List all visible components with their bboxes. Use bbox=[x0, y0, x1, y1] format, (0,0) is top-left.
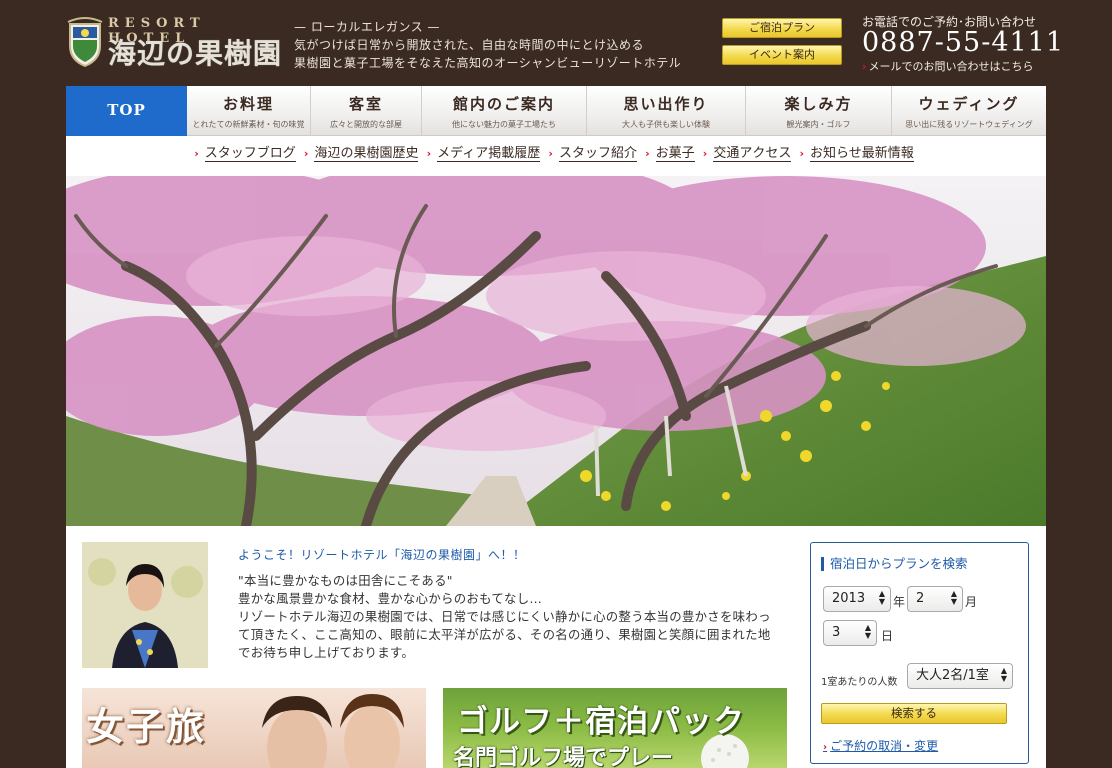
mail-inquiry-label: メールでのお問い合わせはこちら bbox=[868, 60, 1034, 73]
spinner-icon: ▲ ▼ bbox=[950, 589, 957, 606]
staff-photo bbox=[82, 542, 208, 668]
sub-nav: › スタッフブログ › 海辺の果樹園歴史 › メディア掲載履歴 › スタッフ紹介 › お菓… bbox=[66, 136, 1046, 176]
arrow-right-icon: › bbox=[303, 147, 309, 160]
phone-number[interactable]: 0887-55-4111 bbox=[862, 27, 1064, 58]
day-value: 3 bbox=[832, 625, 841, 640]
arrow-right-icon: › bbox=[799, 147, 805, 160]
day-select[interactable]: 3 ▲ ▼ bbox=[823, 620, 877, 646]
banner-title: 女子旅 bbox=[86, 704, 207, 749]
welcome-line: 豊かな風景豊かな食材、豊かな心からのおもてなし… bbox=[238, 591, 543, 606]
welcome-line: て頂きたく、ここ高知の、眼前に太平洋が広がる、その名の通り、果樹園と笑顔に囲まれ… bbox=[238, 627, 771, 642]
arrow-right-icon: › bbox=[702, 147, 708, 160]
subnav-sweets[interactable]: お菓子 bbox=[655, 146, 695, 162]
arrow-right-icon: › bbox=[823, 742, 828, 753]
year-value: 2013 bbox=[832, 591, 866, 606]
subnav-staff[interactable]: スタッフ紹介 bbox=[558, 146, 637, 162]
nav-item-title: お料理 bbox=[222, 95, 274, 113]
welcome-line: リゾートホテル海辺の果樹園では、日常では感じにくい静かに心の整う本当の豊かさを味… bbox=[238, 609, 771, 624]
tagline-line: 気がつけば日常から開放された、自由な時間の中にとけ込める bbox=[294, 38, 645, 52]
nav-item-subtitle: 思い出に残るリゾートウェディング bbox=[905, 120, 1033, 129]
nav-top[interactable]: TOP bbox=[66, 86, 187, 136]
nav-item-memories[interactable]: 思い出作り 大人も子供も楽しい体験 bbox=[587, 86, 746, 136]
subnav-staff-blog[interactable]: スタッフブログ bbox=[204, 146, 296, 162]
nav-item-subtitle: とれたての新鮮素材・旬の味覚 bbox=[192, 120, 305, 129]
nav-item-title: 楽しみ方 bbox=[784, 95, 853, 113]
nav-item-activities[interactable]: 楽しみ方 観光案内・ゴルフ bbox=[746, 86, 892, 136]
spinner-icon: ▲ ▼ bbox=[864, 623, 871, 640]
subnav-history[interactable]: 海辺の果樹園歴史 bbox=[314, 146, 419, 162]
year-select[interactable]: 2013 ▲ ▼ bbox=[823, 586, 891, 612]
peach-blossom-photo bbox=[66, 176, 1046, 526]
nav-item-rooms[interactable]: 客室 広々と開放的な部屋 bbox=[311, 86, 422, 136]
nav-item-subtitle: 大人も子供も楽しい体験 bbox=[622, 120, 710, 129]
nav-item-subtitle: 広々と開放的な部屋 bbox=[330, 120, 402, 129]
nav-item-title: 客室 bbox=[348, 95, 383, 113]
hotel-logo[interactable]: RESORT HOTEL 海辺の果樹園 bbox=[66, 14, 288, 70]
cancel-link-label: ご予約の取消・変更 bbox=[830, 739, 939, 753]
staff-portrait bbox=[82, 542, 208, 668]
nav-item-subtitle: 他にない魅力の菓子工場たち bbox=[452, 120, 556, 129]
arrow-right-icon: › bbox=[426, 147, 432, 160]
guests-value: 大人2名/1室 bbox=[916, 668, 989, 683]
guests-label: 1室あたりの人数 bbox=[821, 677, 898, 688]
arrow-right-icon: › bbox=[645, 147, 650, 160]
month-unit: 月 bbox=[965, 595, 978, 609]
year-unit: 年 bbox=[893, 595, 906, 609]
mail-inquiry-link[interactable]: › メールでのお問い合わせはこちら bbox=[862, 58, 1034, 74]
nav-item-title: 思い出作り bbox=[623, 95, 709, 113]
tagline-line: — ローカルエレガンス — bbox=[294, 20, 440, 34]
plan-search-box: 宿泊日からプランを検索 2013 ▲ ▼ 年 2 ▲ ▼ 月 3 ▲ ▼ 日 1室あた… bbox=[810, 542, 1029, 764]
spinner-icon: ▲ ▼ bbox=[878, 589, 885, 606]
day-unit: 日 bbox=[881, 629, 894, 643]
reservation-cancel-link[interactable]: › ご予約の取消・変更 bbox=[823, 737, 938, 754]
nav-item-title: 館内のご案内 bbox=[452, 95, 555, 113]
tagline: — ローカルエレガンス — 気がつけば日常から開放された、自由な時間の中にとけ込… bbox=[294, 18, 681, 72]
search-button[interactable]: 検索する bbox=[821, 703, 1007, 724]
banner-title: ゴルフ＋宿泊パック bbox=[457, 704, 745, 740]
search-title: 宿泊日からプランを検索 bbox=[821, 557, 968, 571]
main-nav: TOP お料理 とれたての新鮮素材・旬の味覚 客室 広々と開放的な部屋 館内のご… bbox=[66, 86, 1046, 136]
tagline-line: 果樹園と菓子工場をそなえた高知のオーシャンビューリゾートホテル bbox=[294, 56, 682, 70]
crest-icon bbox=[67, 17, 103, 68]
stay-plan-button[interactable]: ご宿泊プラン bbox=[722, 18, 842, 38]
welcome-line: "本当に豊かなものは田舎にこそある" bbox=[238, 573, 453, 588]
header: RESORT HOTEL 海辺の果樹園 — ローカルエレガンス — 気がつけば日… bbox=[0, 0, 1112, 86]
nav-item-wedding[interactable]: ウェディング 思い出に残るリゾートウェディング bbox=[892, 86, 1046, 136]
event-info-button[interactable]: イベント案内 bbox=[722, 45, 842, 65]
spinner-icon: ▲ ▼ bbox=[1000, 666, 1007, 683]
nav-item-facilities[interactable]: 館内のご案内 他にない魅力の菓子工場たち bbox=[422, 86, 587, 136]
subnav-news[interactable]: お知らせ最新情報 bbox=[810, 146, 914, 162]
month-select[interactable]: 2 ▲ ▼ bbox=[907, 586, 963, 612]
welcome-title: ようこそ！リゾートホテル「海辺の果樹園」へ！！ bbox=[238, 548, 526, 562]
banner-subtitle: 名門ゴルフ場でプレー bbox=[453, 746, 674, 768]
nav-item-subtitle: 観光案内・ゴルフ bbox=[786, 120, 851, 129]
arrow-right-icon: › bbox=[194, 147, 199, 160]
golf-pack-banner[interactable]: ゴルフ＋宿泊パック 名門ゴルフ場でプレー bbox=[443, 688, 787, 768]
guests-select[interactable]: 大人2名/1室 ▲ ▼ bbox=[907, 663, 1013, 689]
subnav-access[interactable]: 交通アクセス bbox=[713, 146, 792, 162]
arrow-right-icon: › bbox=[548, 147, 553, 160]
hero-image bbox=[66, 176, 1046, 526]
girls-trip-banner[interactable]: 女子旅 bbox=[82, 688, 426, 768]
subnav-media[interactable]: メディア掲載履歴 bbox=[437, 146, 541, 162]
nav-item-cuisine[interactable]: お料理 とれたての新鮮素材・旬の味覚 bbox=[187, 86, 311, 136]
welcome-line: でお待ち申し上げております。 bbox=[238, 645, 415, 660]
month-value: 2 bbox=[916, 591, 925, 606]
logo-japanese: 海辺の果樹園 bbox=[108, 37, 283, 70]
welcome-text: "本当に豊かなものは田舎にこそある" 豊かな風景豊かな食材、豊かな心からのおもて… bbox=[238, 572, 812, 662]
main-content: ようこそ！リゾートホテル「海辺の果樹園」へ！！ "本当に豊かなものは田舎にこそあ… bbox=[66, 526, 1046, 768]
nav-item-title: ウェディング bbox=[918, 95, 1020, 113]
arrow-right-icon: › bbox=[862, 60, 867, 73]
